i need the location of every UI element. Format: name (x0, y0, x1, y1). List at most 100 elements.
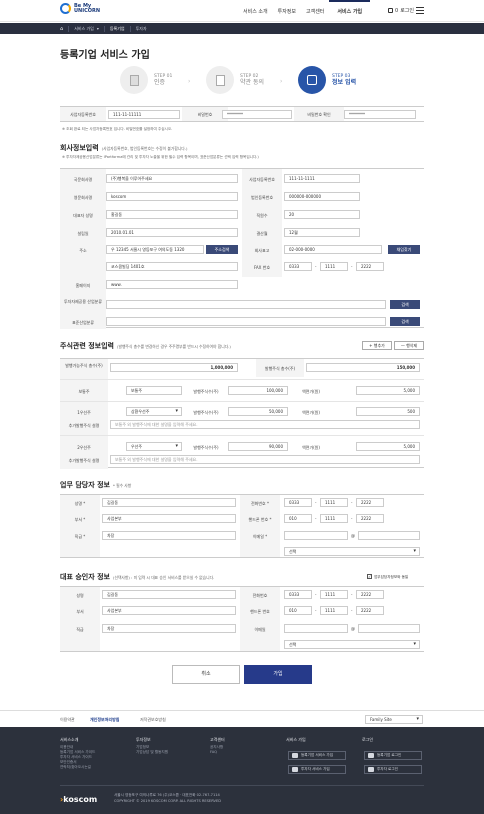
nav-join[interactable]: 서비스 가입 (329, 0, 371, 22)
terms-link[interactable]: 이용약관 (60, 717, 75, 723)
par-value-input[interactable]: 5,000 (356, 386, 420, 395)
std-industry-search-button[interactable]: 검색 (390, 317, 420, 326)
manager-mobile-part3[interactable]: 2222 (356, 514, 384, 523)
footer-login-investor-button[interactable]: 투자자 로그인 (364, 765, 422, 774)
breadcrumb-level3[interactable]: 투자자 (136, 26, 147, 32)
delete-row-button[interactable]: — 행삭제 (394, 341, 424, 350)
address-detail-input[interactable]: 코스콤빌딩 1401호 (106, 262, 238, 271)
issuable-input[interactable]: 1,000,000 (110, 363, 238, 372)
nav-invest-info[interactable]: 투자정보 (273, 8, 301, 15)
breadcrumb-level2[interactable]: 등록기업 (110, 26, 125, 32)
approver-phone-part3[interactable]: 2222 (356, 590, 384, 599)
std-industry-input[interactable] (106, 317, 386, 326)
copyright-policy-link[interactable]: 저작권보호방침 (140, 717, 166, 723)
site-logo[interactable]: Be My UNICORN (60, 3, 100, 14)
manager-name-input[interactable]: 김길동 (102, 498, 236, 507)
approver-email-id-input[interactable] (284, 624, 348, 633)
extra-desc-input[interactable]: 보통주 외 발행주식에 대한 설명을 입력해 주세요. (110, 420, 420, 429)
hamburger-menu-icon[interactable] (416, 7, 424, 14)
nav-service-intro[interactable]: 서비스 소개 (238, 8, 273, 15)
stock-kind-input[interactable]: 보통주 (126, 386, 182, 395)
tel-search-button[interactable]: 채임찾기 (388, 245, 420, 254)
employees-input[interactable]: 20 (284, 210, 360, 219)
approver-dept-input[interactable]: 사업본부 (102, 606, 236, 615)
std-industry-label: 표준산업분류 (71, 320, 95, 325)
fax-part3-input[interactable]: 2222 (356, 262, 384, 271)
step-2-label: 약관 동의 (240, 79, 264, 86)
fax-part2-input[interactable]: 1111 (320, 262, 348, 271)
homepage-input[interactable]: www. (106, 280, 238, 289)
fiscal-month-input[interactable]: 12월 (284, 228, 360, 237)
company-name-input[interactable]: (주)행복을 이루어주세요 (106, 174, 238, 183)
inv-industry-search-button[interactable]: 검색 (390, 300, 420, 309)
par-value-input[interactable]: 500 (356, 407, 420, 416)
manager-dept-input[interactable]: 사업본부 (102, 514, 236, 523)
ceo-input[interactable]: 홍길동 (106, 210, 238, 219)
fax-part1-input[interactable]: 0333 (284, 262, 312, 271)
join-button[interactable]: 가입 (244, 665, 312, 684)
footer-link[interactable]: FAQ (210, 750, 225, 755)
stock-count-input[interactable]: 90,000 (228, 442, 288, 451)
main-nav: 서비스 소개 투자정보 고객센터 서비스 가입 (238, 0, 371, 22)
manager-email-domain-input[interactable] (358, 531, 420, 540)
par-value-label: 액면가(원) (302, 445, 320, 450)
password-input[interactable]: ******** (222, 110, 292, 119)
stock-kind-label: 보통주 (78, 389, 90, 394)
approver-mobile-part3[interactable]: 2222 (356, 606, 384, 615)
footer-join-company-button[interactable]: 등록기업 서비스 가입 (288, 751, 346, 760)
manager-phone-part3[interactable]: 2222 (356, 498, 384, 507)
approver-phone-part1[interactable]: 0333 (284, 590, 312, 599)
approver-name-label: 성명 (76, 593, 84, 598)
corp-no-label: 법인등록번호 (250, 195, 274, 200)
manager-email-select[interactable]: 선택 (284, 547, 420, 556)
approver-name-input[interactable]: 김길동 (102, 590, 236, 599)
footer-link[interactable]: 기업상담 및 활동지원 (136, 750, 168, 755)
company-tel-input[interactable]: 02-000-0000 (284, 245, 382, 254)
privacy-link[interactable]: 개인정보처리방침 (90, 717, 119, 723)
corp-no-input[interactable]: 000000-000000 (284, 192, 360, 201)
bizno-input[interactable]: 111-11-11111 (108, 110, 180, 119)
top-header: Be My UNICORN 서비스 소개 투자정보 고객센터 서비스 가입 0 로… (0, 0, 484, 22)
same-as-manager-checkbox[interactable]: ✓ (367, 574, 372, 579)
address-search-button[interactable]: 주소검색 (206, 245, 238, 254)
cancel-button[interactable]: 취소 (172, 665, 240, 684)
issued-input[interactable]: 150,000 (306, 363, 420, 372)
approver-mobile-part1[interactable]: 010 (284, 606, 312, 615)
par-value-input[interactable]: 5,000 (356, 442, 420, 451)
login-link[interactable]: 0 로그인 (388, 7, 414, 14)
pencil-icon (298, 66, 326, 94)
stock-kind-select[interactable]: 우선주 (126, 442, 182, 451)
manager-position-input[interactable]: 차장 (102, 531, 236, 540)
password-confirm-input[interactable]: ******** (344, 110, 416, 119)
extra-desc-label: 추가발행주식 설명 (68, 458, 100, 463)
established-input[interactable]: 2010.01.01 (106, 228, 238, 237)
approver-position-input[interactable]: 차장 (102, 624, 236, 633)
nav-customer-center[interactable]: 고객센터 (301, 8, 329, 15)
footer-col4-title: 서비스 가입 (286, 737, 306, 742)
approver-email-domain-input[interactable] (358, 624, 420, 633)
footer-login-company-button[interactable]: 등록기업 로그인 (364, 751, 422, 760)
manager-phone-part1[interactable]: 0333 (284, 498, 312, 507)
approver-phone-part2[interactable]: 1111 (320, 590, 348, 599)
approver-mobile-part2[interactable]: 1111 (320, 606, 348, 615)
extra-desc-input[interactable]: 보통주 외 발행주식에 대한 설명을 입력해 주세요. (110, 455, 420, 464)
page-title: 등록기업 서비스 가입 (60, 50, 150, 61)
manager-mobile-part2[interactable]: 1111 (320, 514, 348, 523)
approver-email-select[interactable]: 선택 (284, 640, 420, 649)
stock-count-input[interactable]: 50,000 (228, 407, 288, 416)
company-bizno-input[interactable]: 111-11-1111 (284, 174, 360, 183)
home-icon[interactable]: ⌂ (60, 26, 63, 32)
manager-email-id-input[interactable] (284, 531, 348, 540)
inv-industry-input[interactable] (106, 300, 386, 309)
manager-phone-part2[interactable]: 1111 (320, 498, 348, 507)
breadcrumb-level1[interactable]: 서비스 가입 (74, 26, 94, 32)
manager-mobile-part1[interactable]: 010 (284, 514, 312, 523)
stock-kind-select[interactable]: 상환우선주 (126, 407, 182, 416)
family-site-select[interactable]: Family Site (365, 715, 423, 724)
company-en-input[interactable]: koscom (106, 192, 238, 201)
add-row-button[interactable]: + 행추가 (362, 341, 392, 350)
footer-link[interactable]: 연락처/찾아오시는길 (60, 765, 95, 770)
address-input[interactable]: 우 12345 서울시 영등포구 여의도동 1320 (106, 245, 204, 254)
stock-count-input[interactable]: 100,000 (228, 386, 288, 395)
footer-join-investor-button[interactable]: 투자자 서비스 가입 (288, 765, 346, 774)
